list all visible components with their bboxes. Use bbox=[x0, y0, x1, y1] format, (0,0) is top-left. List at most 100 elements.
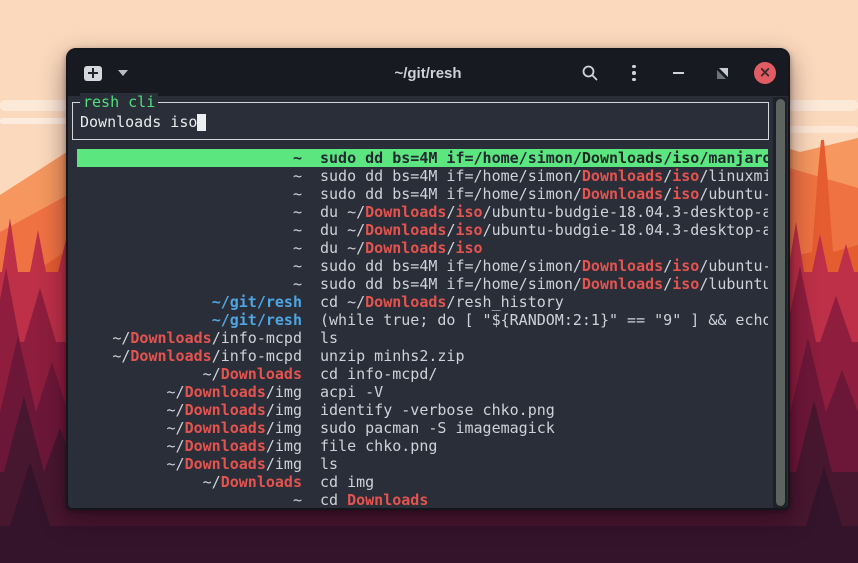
row-context: ~ bbox=[77, 491, 302, 509]
terminal-content: resh cli Downloads iso ~sudo dd bs=4M if… bbox=[68, 96, 788, 509]
row-context: ~/Downloads/img bbox=[77, 455, 302, 473]
history-row[interactable]: ~/git/resh cd ~/Downloads/resh_history bbox=[77, 293, 768, 311]
row-command: sudo dd bs=4M if=/home/simon/Downloads/i… bbox=[320, 257, 768, 275]
history-row[interactable]: ~/git/resh (while true; do [ "${RANDOM:2:… bbox=[77, 311, 768, 329]
history-row[interactable]: ~/Downloads/info-mcpdls bbox=[77, 329, 768, 347]
column-gap bbox=[302, 149, 320, 167]
column-gap bbox=[302, 185, 320, 203]
history-row[interactable]: ~/Downloads/img file chko.png bbox=[77, 437, 768, 455]
match-text: iso bbox=[672, 167, 699, 185]
column-gap bbox=[302, 401, 320, 419]
history-row[interactable]: ~sudo dd bs=4M if=/home/simon/Downloads/… bbox=[77, 185, 768, 203]
plain-text: sudo dd bs=4M if=/home/simon/ bbox=[320, 257, 582, 275]
row-command: du ~/Downloads/iso/ubuntu-budgie-18.04.3… bbox=[320, 221, 768, 239]
plain-text: ~/ bbox=[112, 347, 130, 365]
column-gap bbox=[302, 473, 320, 491]
close-icon: × bbox=[759, 65, 772, 80]
plain-text: du ~/ bbox=[320, 239, 365, 257]
row-context: ~/Downloads bbox=[77, 473, 302, 491]
minimize-button[interactable] bbox=[666, 61, 690, 85]
restore-icon bbox=[716, 67, 729, 80]
history-row[interactable]: ~sudo dd bs=4M if=/home/simon/Downloads/… bbox=[77, 167, 768, 185]
column-gap bbox=[302, 203, 320, 221]
history-row[interactable]: ~/Downloads/imgidentify -verbose chko.pn… bbox=[77, 401, 768, 419]
history-row[interactable]: ~/Downloads/imgls bbox=[77, 455, 768, 473]
match-text: Downloads bbox=[365, 221, 446, 239]
plain-text: file chko.png bbox=[320, 437, 437, 455]
path-text: ~/git/resh bbox=[212, 311, 302, 329]
plain-text: / bbox=[663, 149, 672, 167]
plain-text: ~ bbox=[293, 149, 302, 167]
match-text: Downloads bbox=[365, 239, 446, 257]
plain-text: ~/ bbox=[203, 365, 221, 383]
row-context: ~/Downloads/info-mcpd bbox=[77, 347, 302, 365]
history-row-selected[interactable]: ~sudo dd bs=4M if=/home/simon/Downloads/… bbox=[77, 149, 768, 167]
row-context: ~/git/resh bbox=[77, 293, 302, 311]
history-row[interactable]: ~/Downloads/imgsudo pacman -S imagemagic… bbox=[77, 419, 768, 437]
row-command: acpi -V bbox=[320, 383, 768, 401]
plain-text: ls bbox=[320, 329, 338, 347]
path-text: ~/git/resh bbox=[212, 293, 302, 311]
plain-text: /ubuntu- bbox=[699, 185, 768, 203]
titlebar[interactable]: ~/git/resh × bbox=[68, 50, 788, 96]
history-row[interactable]: ~du ~/Downloads/iso/ubuntu-budgie-18.04.… bbox=[77, 203, 768, 221]
history-row[interactable]: ~/Downloadscd info-mcpd/ bbox=[77, 365, 768, 383]
plain-text: ~ bbox=[293, 221, 302, 239]
plain-text: cd img bbox=[320, 473, 374, 491]
plain-text: ~/ bbox=[167, 383, 185, 401]
plain-text: /ubuntu- bbox=[699, 257, 768, 275]
plain-text: unzip minhs2.zip bbox=[320, 347, 465, 365]
plain-text: /resh_history bbox=[446, 293, 563, 311]
plain-text: (while true; do [ "${RANDOM:2:1}" == "9"… bbox=[320, 311, 768, 329]
plain-text: /img bbox=[266, 455, 302, 473]
row-command: sudo pacman -S imagemagick bbox=[320, 419, 768, 437]
history-row[interactable]: ~ cd Downloads bbox=[77, 491, 768, 509]
row-command: du ~/Downloads/iso/ubuntu-budgie-18.04.3… bbox=[320, 203, 768, 221]
row-context: ~ bbox=[77, 149, 302, 167]
plain-text: /img bbox=[266, 419, 302, 437]
match-text: Downloads bbox=[347, 491, 428, 509]
scrollbar-thumb[interactable] bbox=[776, 99, 785, 506]
search-input[interactable]: Downloads iso bbox=[73, 103, 768, 131]
search-button[interactable] bbox=[578, 61, 602, 85]
match-text: Downloads bbox=[582, 167, 663, 185]
history-list: ~sudo dd bs=4M if=/home/simon/Downloads/… bbox=[77, 149, 768, 509]
history-row[interactable]: ~/Downloads/info-mcpd unzip minhs2.zip bbox=[77, 347, 768, 365]
row-context: ~/Downloads/img bbox=[77, 383, 302, 401]
minimize-icon bbox=[673, 72, 684, 74]
row-command: du ~/Downloads/iso bbox=[320, 239, 768, 257]
new-tab-button[interactable] bbox=[80, 62, 106, 84]
plain-text: /img bbox=[266, 383, 302, 401]
match-text: Downloads bbox=[365, 293, 446, 311]
plain-text: ~ bbox=[293, 491, 302, 509]
column-gap bbox=[302, 293, 320, 311]
plain-text: /ubuntu-budgie-18.04.3-desktop-a bbox=[483, 203, 768, 221]
history-row[interactable]: ~ du ~/Downloads/iso bbox=[77, 239, 768, 257]
plain-text: cd ~/ bbox=[320, 293, 365, 311]
history-row[interactable]: ~/Downloads/img acpi -V bbox=[77, 383, 768, 401]
history-row[interactable]: ~sudo dd bs=4M if=/home/simon/Downloads/… bbox=[77, 257, 768, 275]
scrollbar[interactable] bbox=[773, 97, 787, 508]
history-row[interactable]: ~ du ~/Downloads/iso/ubuntu-budgie-18.04.… bbox=[77, 221, 768, 239]
history-row[interactable]: ~sudo dd bs=4M if=/home/simon/Downloads/… bbox=[77, 275, 768, 293]
row-context: ~/Downloads/img bbox=[77, 437, 302, 455]
match-text: Downloads bbox=[130, 347, 211, 365]
text-cursor bbox=[197, 114, 206, 131]
restore-button[interactable] bbox=[710, 61, 734, 85]
new-tab-icon bbox=[84, 66, 102, 81]
menu-button[interactable] bbox=[622, 61, 646, 85]
row-context: ~ bbox=[77, 239, 302, 257]
column-gap bbox=[302, 383, 320, 401]
search-frame-label: resh cli bbox=[80, 93, 158, 111]
match-text: Downloads bbox=[185, 419, 266, 437]
plain-text: ~/ bbox=[167, 401, 185, 419]
row-command: sudo dd bs=4M if=/home/simon/Downloads/i… bbox=[320, 167, 768, 185]
row-command: cd ~/Downloads/resh_history bbox=[320, 293, 768, 311]
row-command: cd Downloads bbox=[320, 491, 768, 509]
row-command: sudo dd bs=4M if=/home/simon/Downloads/i… bbox=[320, 275, 768, 293]
close-button[interactable]: × bbox=[754, 62, 776, 84]
plain-text: /ubuntu-budgie-18.04.3-desktop-a bbox=[483, 221, 768, 239]
chevron-down-icon[interactable] bbox=[118, 70, 128, 76]
history-row[interactable]: ~/Downloads cd img bbox=[77, 473, 768, 491]
plain-text: sudo dd bs=4M if=/home/simon/ bbox=[320, 167, 582, 185]
